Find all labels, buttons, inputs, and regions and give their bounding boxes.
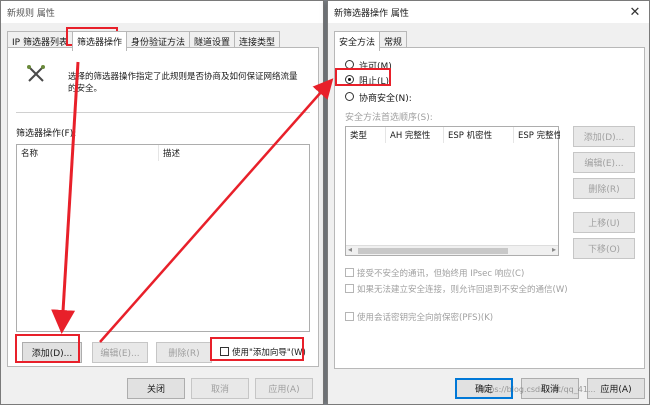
column-header-esp-confidentiality[interactable]: ESP 机密性: [444, 127, 514, 143]
scroll-right-icon[interactable]: ▸: [552, 245, 556, 254]
description-line-2: 的安全。: [68, 84, 103, 94]
scroll-left-icon[interactable]: ◂: [348, 245, 352, 254]
watermark: https://blog.csdn.net/qq_41...: [478, 385, 596, 394]
left-cancel-button[interactable]: 取消: [191, 378, 249, 399]
filter-actions-list[interactable]: 名称 描述: [16, 144, 310, 332]
fallback-unsecured-checkbox[interactable]: [345, 284, 354, 293]
security-methods-order-label: 安全方法首选顺序(S):: [345, 113, 433, 123]
method-edit-button[interactable]: 编辑(E)...: [573, 152, 635, 173]
pfs-label: 使用会话密钥完全向前保密(PFS)(K): [357, 313, 494, 323]
annotation-box-block-option: [335, 68, 391, 86]
right-tab-panel: 许可(M) 阻止(L) 协商安全(N): 安全方法首选顺序(S): 类型 AH …: [334, 47, 645, 369]
negotiate-security-label: 协商安全(N):: [359, 94, 412, 104]
accept-unsecured-label: 接受不安全的通讯，但始终用 IPsec 响应(C): [357, 269, 525, 279]
left-apply-button[interactable]: 应用(A): [255, 378, 313, 399]
move-down-button[interactable]: 下移(O): [573, 238, 635, 259]
divider: [16, 112, 310, 113]
right-window-titlebar[interactable]: 新筛选器操作 属性 ✕: [328, 1, 649, 23]
column-header-type[interactable]: 类型: [346, 127, 386, 143]
horizontal-scrollbar[interactable]: ◂ ▸: [346, 245, 558, 255]
annotation-box-wizard-checkbox: [210, 337, 304, 361]
column-header-description[interactable]: 描述: [159, 145, 311, 161]
column-header-esp-integrity[interactable]: ESP 完整性: [514, 127, 560, 143]
annotation-box-add-button: [15, 334, 80, 363]
accept-unsecured-checkbox[interactable]: [345, 268, 354, 277]
pfs-checkbox[interactable]: [345, 312, 354, 321]
new-filter-action-properties-window: 新筛选器操作 属性 ✕ 安全方法 常规 许可(M) 阻止(L) 协商安全(N):…: [327, 0, 650, 405]
negotiate-security-radio[interactable]: [345, 92, 354, 101]
column-header-name[interactable]: 名称: [17, 145, 159, 161]
right-apply-button[interactable]: 应用(A): [587, 378, 645, 399]
column-header-ah-integrity[interactable]: AH 完整性: [386, 127, 444, 143]
left-window-titlebar[interactable]: 新规则 属性: [1, 1, 323, 23]
edit-filter-action-button[interactable]: 编辑(E)...: [92, 342, 148, 363]
left-window-title: 新规则 属性: [7, 8, 55, 19]
left-tab-panel: 选择的筛选器操作指定了此规则是否协商及如何保证网络流量 的安全。 筛选器操作(F…: [7, 47, 319, 367]
description-line-1: 选择的筛选器操作指定了此规则是否协商及如何保证网络流量: [68, 72, 298, 82]
close-icon[interactable]: ✕: [621, 1, 649, 23]
close-button[interactable]: 关闭: [127, 378, 185, 399]
filter-actions-label: 筛选器操作(F):: [16, 129, 77, 139]
security-methods-list[interactable]: 类型 AH 完整性 ESP 机密性 ESP 完整性 ◂ ▸: [345, 126, 560, 256]
tab-filter-action[interactable]: 筛选器操作: [71, 31, 127, 51]
delete-filter-action-button[interactable]: 删除(R): [156, 342, 212, 363]
fallback-unsecured-label: 如果无法建立安全连接，则允许回退到不安全的通信(W): [357, 285, 568, 295]
method-delete-button[interactable]: 删除(R): [573, 178, 635, 199]
move-up-button[interactable]: 上移(U): [573, 212, 635, 233]
method-add-button[interactable]: 添加(D)...: [573, 126, 635, 147]
scrollbar-thumb[interactable]: [358, 248, 508, 254]
tab-security-methods[interactable]: 安全方法: [334, 31, 381, 51]
filter-action-icon: [27, 65, 45, 82]
right-window-title: 新筛选器操作 属性: [334, 8, 409, 19]
